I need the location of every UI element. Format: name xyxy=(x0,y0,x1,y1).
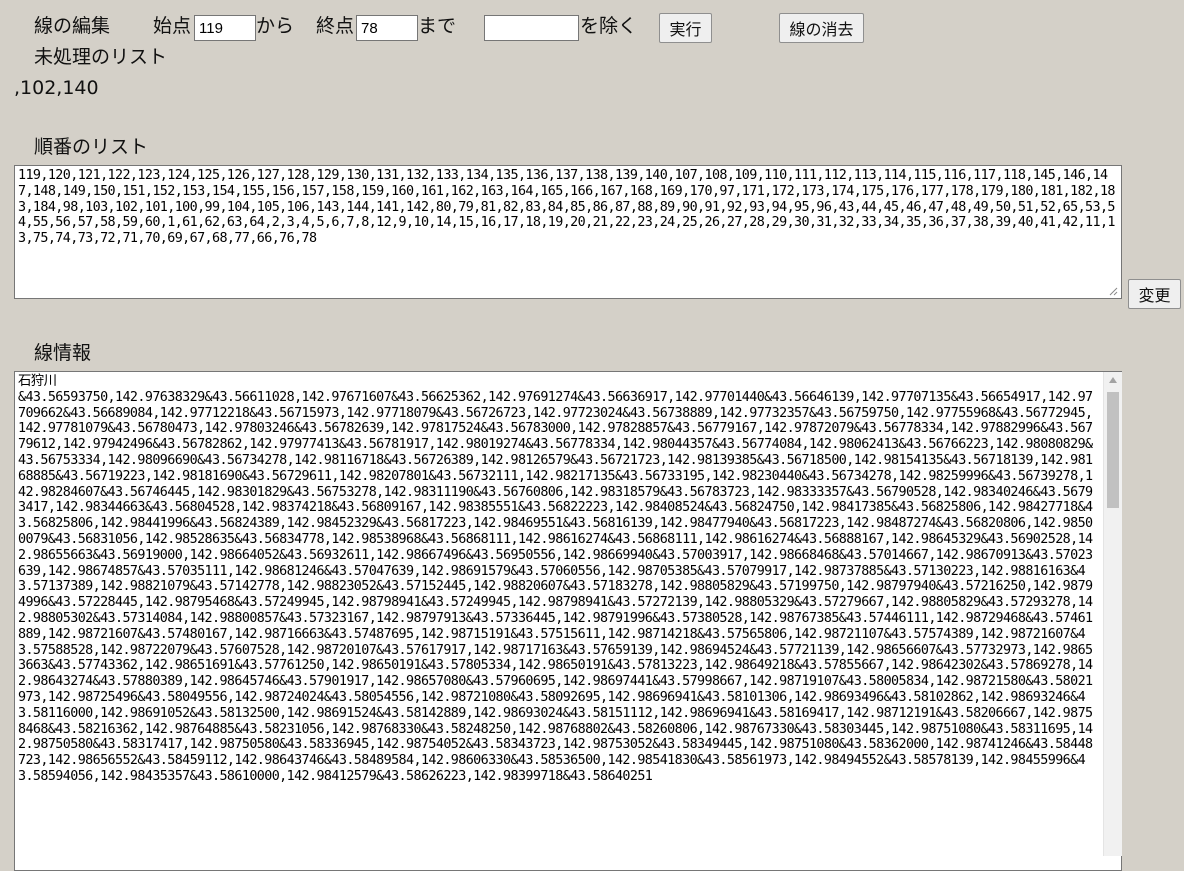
clear-lines-button[interactable]: 線の消去 xyxy=(779,13,864,43)
end-point-input[interactable] xyxy=(356,15,418,41)
exclude-label: を除く xyxy=(580,15,638,37)
from-label: から xyxy=(256,15,295,37)
until-label: まで xyxy=(418,15,457,37)
line-info-heading: 線情報 xyxy=(34,342,92,364)
unprocessed-list-value: ,102,140 xyxy=(14,77,99,99)
unprocessed-list-heading: 未処理のリスト xyxy=(34,46,168,68)
line-info-scroll-thumb[interactable] xyxy=(1107,392,1119,508)
editor-title: 線の編集 xyxy=(34,15,111,37)
line-info-textarea[interactable]: 石狩川 &43.56593750,142.97638329&43.5661102… xyxy=(14,371,1122,871)
scroll-up-arrow-icon[interactable] xyxy=(1108,376,1118,384)
start-point-label: 始点 xyxy=(153,15,192,37)
end-point-label: 終点 xyxy=(316,15,355,37)
exclude-input[interactable] xyxy=(484,15,579,41)
order-list-textarea[interactable]: 119,120,121,122,123,124,125,126,127,128,… xyxy=(14,165,1122,299)
line-info-scrollbar[interactable] xyxy=(1103,372,1122,856)
start-point-input[interactable] xyxy=(194,15,256,41)
resize-grip-icon[interactable] xyxy=(1108,286,1118,296)
run-button[interactable]: 実行 xyxy=(659,13,712,43)
change-button[interactable]: 変更 xyxy=(1128,279,1181,309)
order-list-heading: 順番のリスト xyxy=(34,136,149,158)
